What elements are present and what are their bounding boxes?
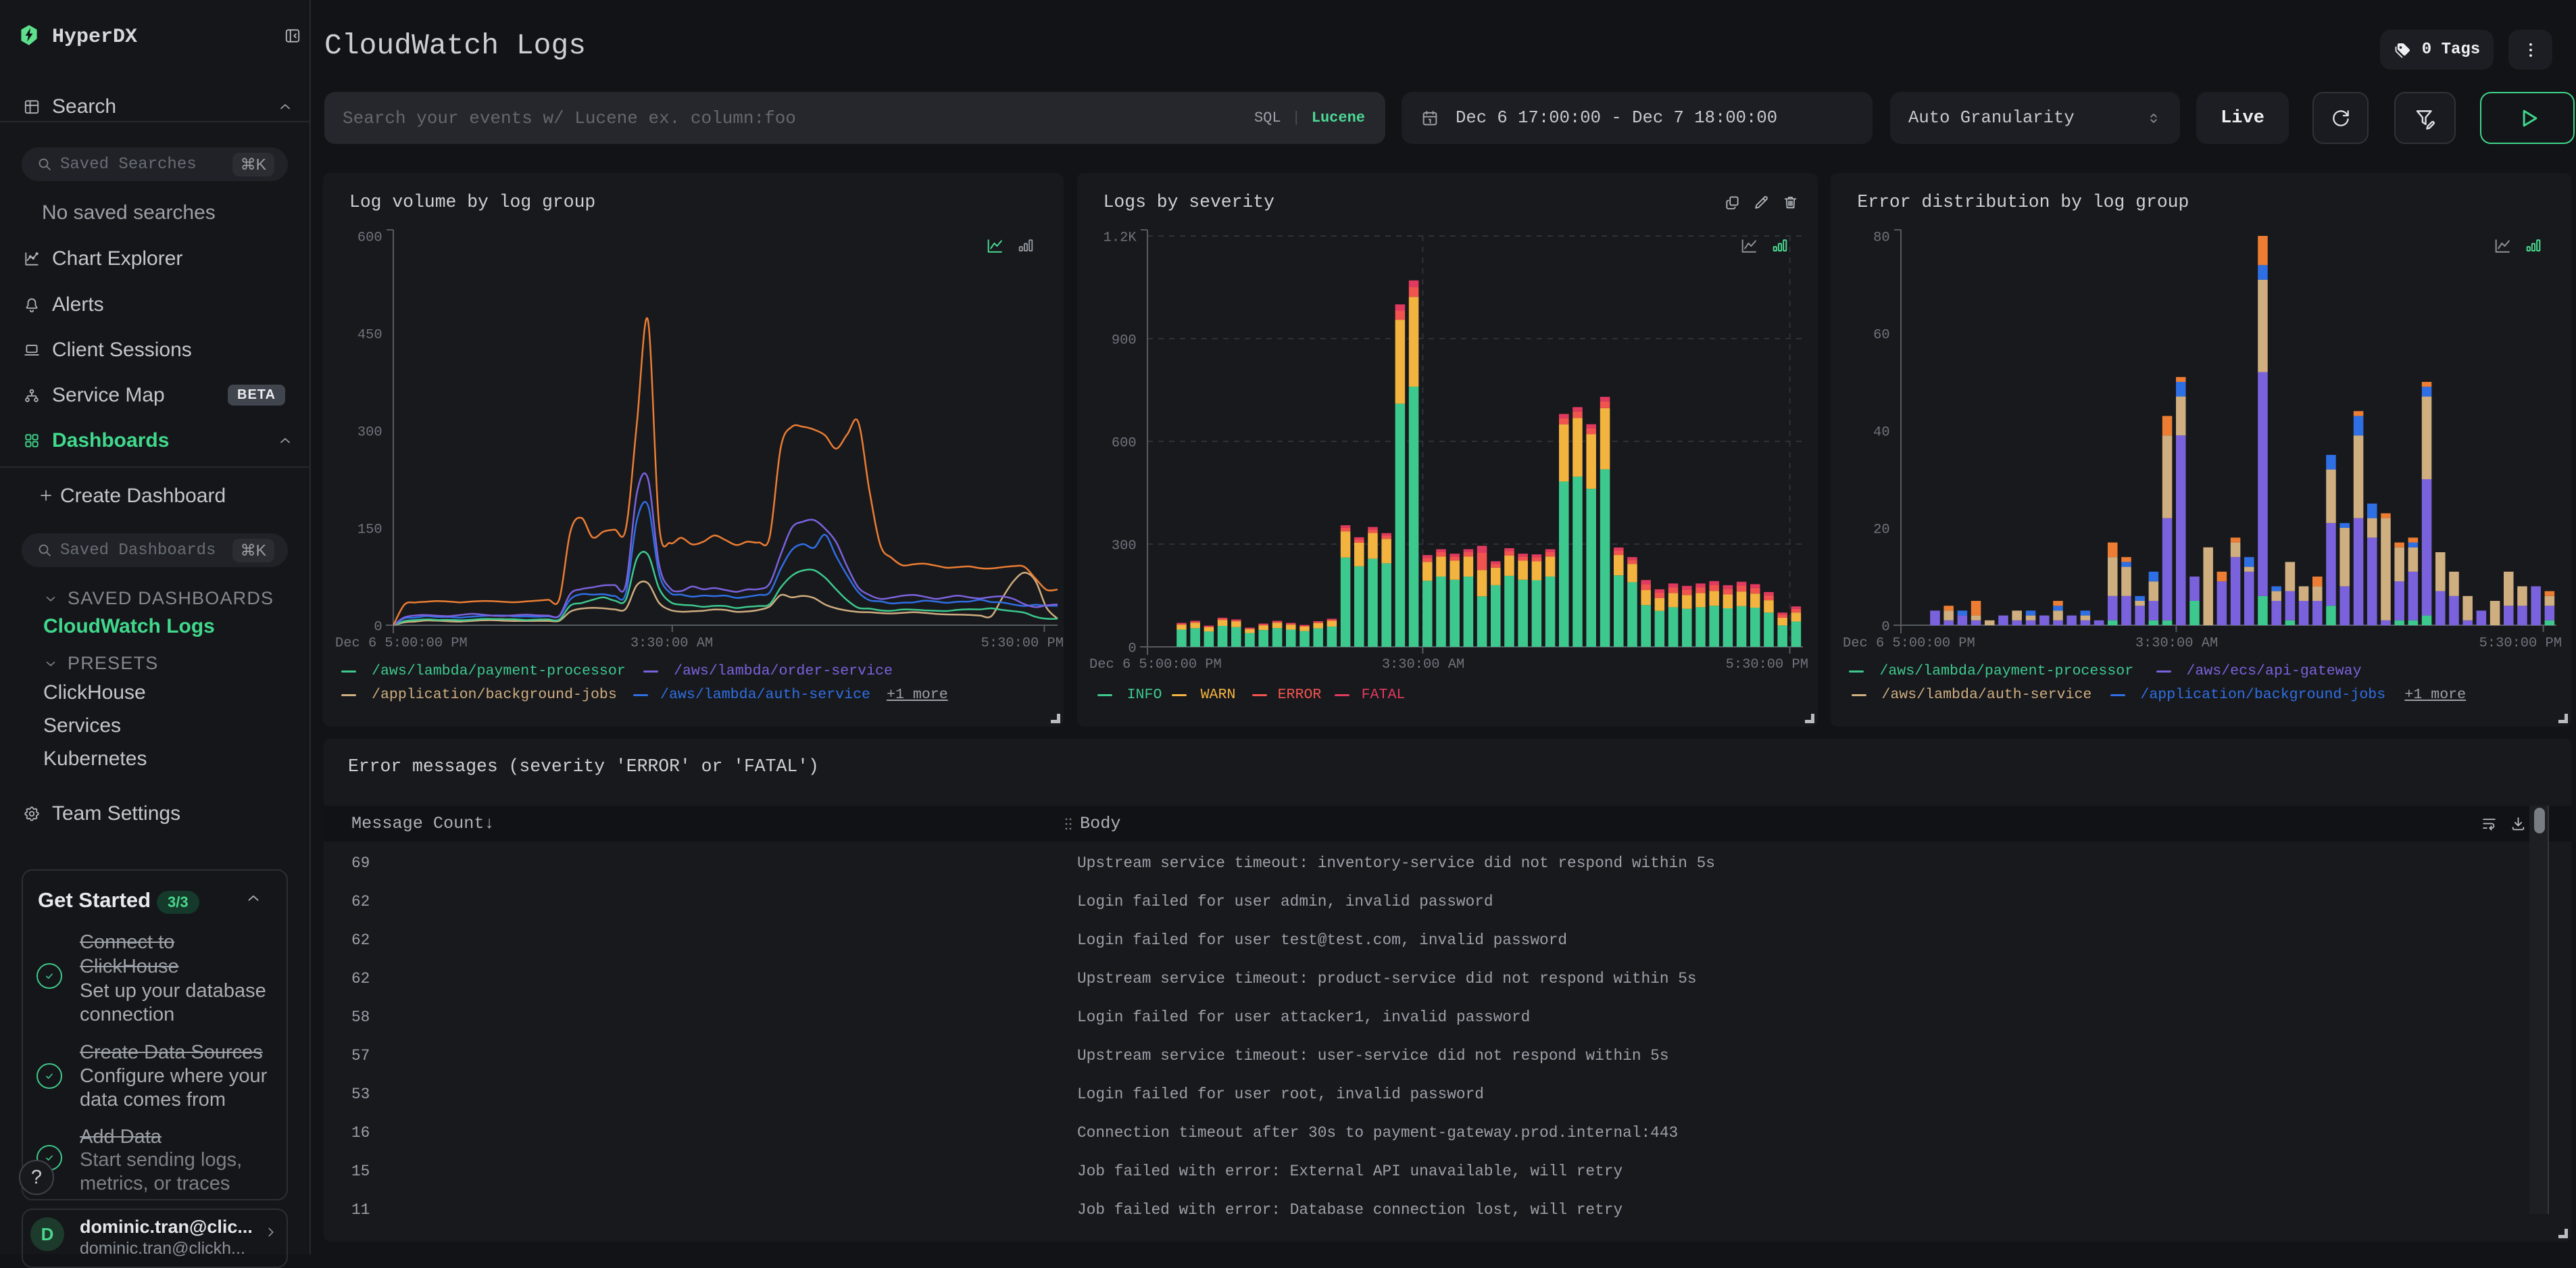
svg-text:Dec 6 5:00:00 PM: Dec 6 5:00:00 PM xyxy=(1089,657,1222,673)
svg-text:300: 300 xyxy=(357,425,382,441)
svg-text:900: 900 xyxy=(1111,333,1136,349)
svg-text:5:30:00 PM: 5:30:00 PM xyxy=(1725,657,1808,673)
svg-text:20: 20 xyxy=(1874,522,1890,538)
svg-text:5:30:00 PM: 5:30:00 PM xyxy=(981,635,1064,651)
svg-text:0: 0 xyxy=(1128,641,1136,657)
svg-text:Dec 6 5:00:00 PM: Dec 6 5:00:00 PM xyxy=(1843,635,1975,651)
svg-text:600: 600 xyxy=(1111,436,1136,452)
svg-text:600: 600 xyxy=(357,230,382,246)
svg-text:Dec 6 5:00:00 PM: Dec 6 5:00:00 PM xyxy=(335,635,468,651)
svg-text:450: 450 xyxy=(357,328,382,343)
svg-text:40: 40 xyxy=(1874,425,1890,441)
svg-text:80: 80 xyxy=(1874,230,1890,246)
svg-text:3:30:00 AM: 3:30:00 AM xyxy=(630,635,713,651)
svg-text:5:30:00 PM: 5:30:00 PM xyxy=(2479,635,2562,651)
svg-text:0: 0 xyxy=(1882,620,1890,635)
svg-text:150: 150 xyxy=(357,522,382,538)
svg-text:300: 300 xyxy=(1111,539,1136,554)
svg-text:0: 0 xyxy=(374,620,382,635)
svg-text:60: 60 xyxy=(1874,328,1890,343)
svg-text:3:30:00 AM: 3:30:00 AM xyxy=(1381,657,1464,673)
svg-text:3:30:00 AM: 3:30:00 AM xyxy=(2135,635,2218,651)
svg-text:1.2K: 1.2K xyxy=(1103,230,1137,246)
